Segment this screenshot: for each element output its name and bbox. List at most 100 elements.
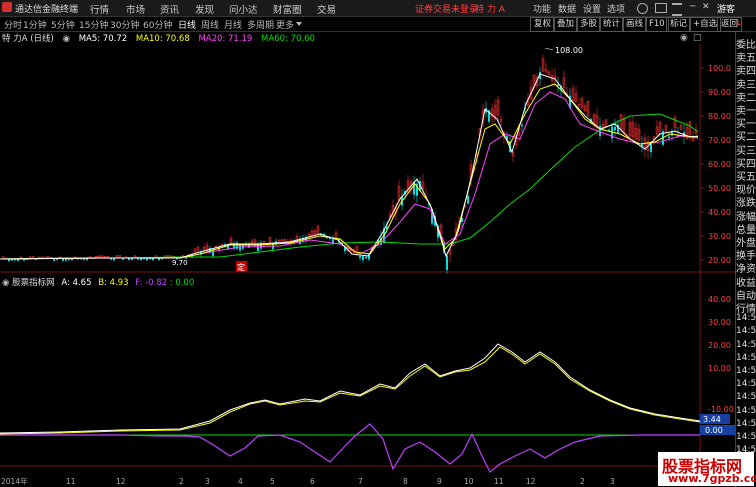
kline-chart[interactable]: 100.0 90.00 80.00 70.00 60.00 50.00 40.0… xyxy=(0,44,735,487)
panel-toggle[interactable]: L xyxy=(737,19,741,27)
ma-info-line: 特 力A (日线) ◉ MA5: 70.72 MA10: 70.68 MA20:… xyxy=(0,32,321,44)
x-tick: 12 xyxy=(116,477,126,486)
side-panel-item: 14:50 xyxy=(736,313,756,324)
x-tick: 4 xyxy=(238,477,243,486)
period-weekly[interactable]: 周线 xyxy=(201,18,219,31)
a-line xyxy=(0,343,701,434)
indicator-b: B: 4.93 xyxy=(98,278,129,288)
indicator-f2: : 0.00 xyxy=(169,278,195,288)
period-5min[interactable]: 5分钟 xyxy=(51,18,75,31)
menu-news[interactable]: 资讯 xyxy=(160,2,179,16)
period-tick[interactable]: 分时 xyxy=(4,18,22,31)
candle-body xyxy=(146,258,148,261)
candle-body xyxy=(362,255,364,261)
x-tick: 2 xyxy=(580,477,585,486)
menu-function[interactable]: 功能 xyxy=(533,2,551,15)
high-label: 108.00 xyxy=(555,46,583,55)
tool-draw[interactable]: 画线 xyxy=(622,17,648,32)
watermark-url: www.7gpzb.com xyxy=(668,472,756,485)
login-alert[interactable]: 证券交易未登录 xyxy=(415,2,478,15)
stock-label: 特 力A (日线) xyxy=(2,34,54,44)
watermark: 股票指标网 www.7gpzb.com xyxy=(658,452,756,486)
quote-side-panel[interactable]: 委比 卖五 卖四 卖三 卖二 卖一 买一 买二 买三 买四 买五 现价 涨跌 涨幅 总量 外盘 换手 净资 收益 自动… xyxy=(735,32,756,487)
x-tick: 6 xyxy=(310,477,315,486)
side-panel-item: 14:50 xyxy=(736,352,756,363)
tool-multi-stock[interactable]: 多股 xyxy=(576,17,602,32)
menu-discover[interactable]: 发现 xyxy=(195,2,214,16)
indicator-a: A: 4.65 xyxy=(61,278,92,288)
collapse-icon[interactable]: ◉ xyxy=(63,34,70,44)
menu-trade[interactable]: 交易 xyxy=(317,2,336,16)
x-tick: 3 xyxy=(610,477,615,486)
x-tick: 11 xyxy=(66,477,76,486)
x-tick: 2014年 xyxy=(1,476,28,486)
candle-body xyxy=(257,244,259,252)
indicator-name: 股票指标网 xyxy=(12,278,55,288)
settings-icon[interactable]: ◉ xyxy=(680,33,688,43)
tool-mark[interactable]: 标记 xyxy=(666,17,692,32)
candle-body xyxy=(53,258,55,261)
ma5-value: MA5: 70.72 xyxy=(78,34,128,44)
candle-body xyxy=(110,258,112,260)
message-icon[interactable] xyxy=(655,3,667,13)
candle-body xyxy=(446,255,448,270)
menu-ask[interactable]: 问小达 xyxy=(229,2,258,16)
user-label[interactable]: 游客 xyxy=(717,2,735,15)
chevron-down-icon[interactable] xyxy=(296,22,302,26)
app-title: 通达信金融终端 xyxy=(15,5,79,15)
x-tick: 10 xyxy=(464,477,474,486)
period-1min[interactable]: 1分钟 xyxy=(23,18,47,31)
tool-stats[interactable]: 统计 xyxy=(599,17,625,32)
side-panel-item: 14:50 xyxy=(736,379,756,390)
y-tick: 90.00 xyxy=(708,88,731,97)
period-60min[interactable]: 60分钟 xyxy=(143,18,172,31)
user-icon[interactable] xyxy=(637,3,648,14)
ind-zero-tick: 0.00 xyxy=(705,426,723,435)
period-daily[interactable]: 日线 xyxy=(178,18,196,31)
menu-market[interactable]: 市场 xyxy=(126,2,145,16)
x-tick: 9 xyxy=(437,477,442,486)
menu-wealth[interactable]: 财富圈 xyxy=(273,2,302,16)
side-panel-item: 14:50 xyxy=(736,432,756,442)
side-panel-item: 14:50 xyxy=(736,339,756,350)
side-panel-item: 14:50 xyxy=(736,366,756,376)
ma10-line xyxy=(0,83,699,260)
menu-data[interactable]: 数据 xyxy=(558,2,576,15)
expand-icon[interactable]: □ xyxy=(693,33,702,43)
menu-quotes[interactable]: 行情 xyxy=(90,2,109,16)
period-more[interactable]: 更多 xyxy=(276,18,294,31)
ma20-value: MA20: 71.19 xyxy=(198,34,253,44)
tool-adjust[interactable]: 复权 xyxy=(530,17,556,32)
period-monthly[interactable]: 月线 xyxy=(224,18,242,31)
candle-body xyxy=(467,196,469,204)
close-icon[interactable]: ✕ xyxy=(702,2,710,12)
menu-settings[interactable]: 设置 xyxy=(583,2,601,15)
period-30min[interactable]: 30分钟 xyxy=(110,18,139,31)
ind-y-tick: -10.00 xyxy=(708,405,734,414)
menu-bar: 通达信金融终端 行情 市场 资讯 发现 问小达 财富圈 交易 证券交易未登录 特… xyxy=(0,0,756,17)
y-tick: 100.0 xyxy=(708,64,731,73)
period-multi[interactable]: 多周期 xyxy=(247,18,274,31)
stock-title: 特 力 A xyxy=(475,5,505,15)
x-tick: 8 xyxy=(403,477,408,486)
ma10-value: MA10: 70.68 xyxy=(135,34,190,44)
indicator-settings-icon[interactable]: ◉ xyxy=(2,278,9,288)
candle-body xyxy=(365,256,367,259)
ind-y-tick: 30.00 xyxy=(708,318,731,327)
ind-y-tick: 10.00 xyxy=(708,364,731,373)
app-logo-icon xyxy=(2,2,12,12)
period-15min[interactable]: 15分钟 xyxy=(79,18,108,31)
tool-overlay[interactable]: 叠加 xyxy=(553,17,579,32)
y-tick: 40.00 xyxy=(708,208,731,217)
candle-body xyxy=(113,258,115,261)
ind-current-value: 3.44 xyxy=(703,415,721,424)
candle-body xyxy=(521,124,523,127)
candle-body xyxy=(359,256,361,258)
minimize-icon[interactable]: ─ xyxy=(690,2,695,12)
menu-options[interactable]: 选项 xyxy=(607,2,625,15)
candle-body xyxy=(614,126,616,131)
marker-label: 定 xyxy=(237,262,245,272)
side-panel-item: 14:50 xyxy=(736,405,756,416)
menu-icon[interactable] xyxy=(672,3,682,16)
ind-y-tick: 20.00 xyxy=(708,341,731,350)
